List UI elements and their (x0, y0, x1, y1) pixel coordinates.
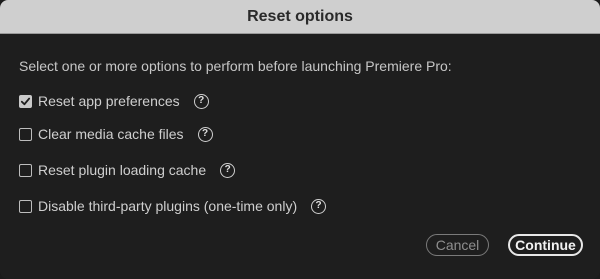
option-label: Reset plugin loading cache (38, 162, 207, 178)
checkbox-reset-plugin-loading-cache[interactable] (19, 163, 32, 177)
help-icon[interactable]: ? (193, 93, 209, 109)
option-label: Reset app preferences (38, 93, 180, 109)
dialog-body: Select one or more options to perform be… (0, 34, 600, 279)
checkbox-disable-third-party-plugins[interactable] (19, 199, 32, 213)
checkbox-clear-media-cache[interactable] (19, 127, 32, 141)
help-icon[interactable]: ? (311, 198, 327, 214)
dialog-titlebar: Reset options (0, 0, 600, 34)
checkmark-icon (20, 97, 31, 105)
help-icon[interactable]: ? (197, 126, 213, 142)
help-icon[interactable]: ? (220, 162, 236, 178)
instruction-text: Select one or more options to perform be… (19, 58, 452, 74)
option-reset-app-preferences[interactable]: Reset app preferences ? (19, 92, 209, 110)
option-clear-media-cache[interactable]: Clear media cache files ? (19, 125, 213, 143)
checkbox-reset-app-preferences[interactable] (19, 94, 32, 108)
option-reset-plugin-loading-cache[interactable]: Reset plugin loading cache ? (19, 161, 236, 179)
option-label: Clear media cache files (38, 126, 184, 142)
reset-options-dialog: Reset options Select one or more options… (0, 0, 600, 279)
cancel-button[interactable]: Cancel (426, 234, 489, 256)
option-label: Disable third-party plugins (one-time on… (38, 198, 298, 214)
option-disable-third-party-plugins[interactable]: Disable third-party plugins (one-time on… (19, 197, 327, 215)
dialog-title: Reset options (247, 7, 353, 25)
continue-button[interactable]: Continue (508, 234, 583, 256)
